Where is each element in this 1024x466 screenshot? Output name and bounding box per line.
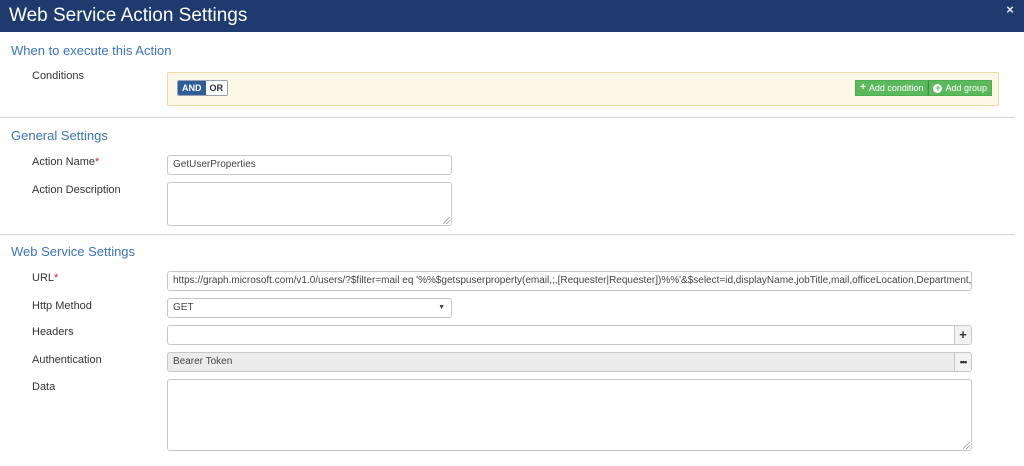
authentication-value: Bearer Token	[173, 356, 233, 367]
action-name-label-text: Action Name	[32, 156, 95, 168]
section-divider	[0, 117, 1015, 118]
plus-icon: +	[860, 82, 866, 93]
condition-button-group: + Add condition + Add group	[855, 80, 992, 96]
add-group-label: Add group	[945, 83, 987, 93]
ellipsis-icon[interactable]: •••	[954, 353, 971, 371]
action-description-textarea[interactable]	[167, 182, 452, 226]
section-title-web-service: Web Service Settings	[11, 244, 136, 259]
data-label: Data	[32, 381, 56, 393]
section-divider	[0, 234, 1015, 235]
circle-plus-icon: +	[933, 82, 943, 93]
required-marker: *	[54, 272, 59, 284]
add-condition-button[interactable]: + Add condition	[855, 80, 929, 96]
or-toggle-option[interactable]: OR	[205, 81, 227, 95]
url-input[interactable]: https://graph.microsoft.com/v1.0/users/?…	[167, 271, 972, 291]
close-icon[interactable]: ×	[1003, 3, 1017, 17]
headers-label: Headers	[32, 326, 74, 338]
http-method-value: GET	[173, 302, 194, 313]
url-label-text: URL	[32, 272, 55, 284]
resize-grip-icon[interactable]	[963, 442, 970, 449]
dialog-titlebar: Web Service Action Settings ×	[0, 0, 1024, 32]
plus-icon[interactable]: +	[954, 326, 971, 344]
action-name-input[interactable]: GetUserProperties	[167, 155, 452, 175]
authentication-label: Authentication	[32, 354, 102, 366]
caret-down-icon: ▼	[438, 304, 445, 311]
authentication-field[interactable]: Bearer Token •••	[167, 352, 972, 372]
and-or-toggle[interactable]: AND OR	[177, 80, 228, 96]
required-marker: *	[94, 156, 100, 168]
dialog-title: Web Service Action Settings	[9, 5, 248, 26]
resize-grip-icon[interactable]	[443, 217, 450, 224]
data-textarea[interactable]	[167, 379, 972, 451]
http-method-label: Http Method	[32, 300, 92, 312]
add-condition-label: Add condition	[868, 83, 924, 93]
headers-input[interactable]: +	[167, 325, 972, 345]
action-name-label: Action Name*	[32, 156, 99, 169]
and-toggle-option[interactable]: AND	[178, 81, 206, 95]
add-group-button[interactable]: + Add group	[928, 80, 992, 96]
section-title-when: When to execute this Action	[11, 43, 172, 58]
section-title-general: General Settings	[11, 128, 108, 143]
conditions-panel: AND OR + Add condition + Add group	[167, 72, 999, 106]
http-method-select[interactable]: GET ▼	[167, 298, 452, 318]
action-description-label: Action Description	[32, 184, 121, 196]
conditions-label: Conditions	[32, 70, 84, 82]
url-label: URL*	[32, 272, 58, 285]
